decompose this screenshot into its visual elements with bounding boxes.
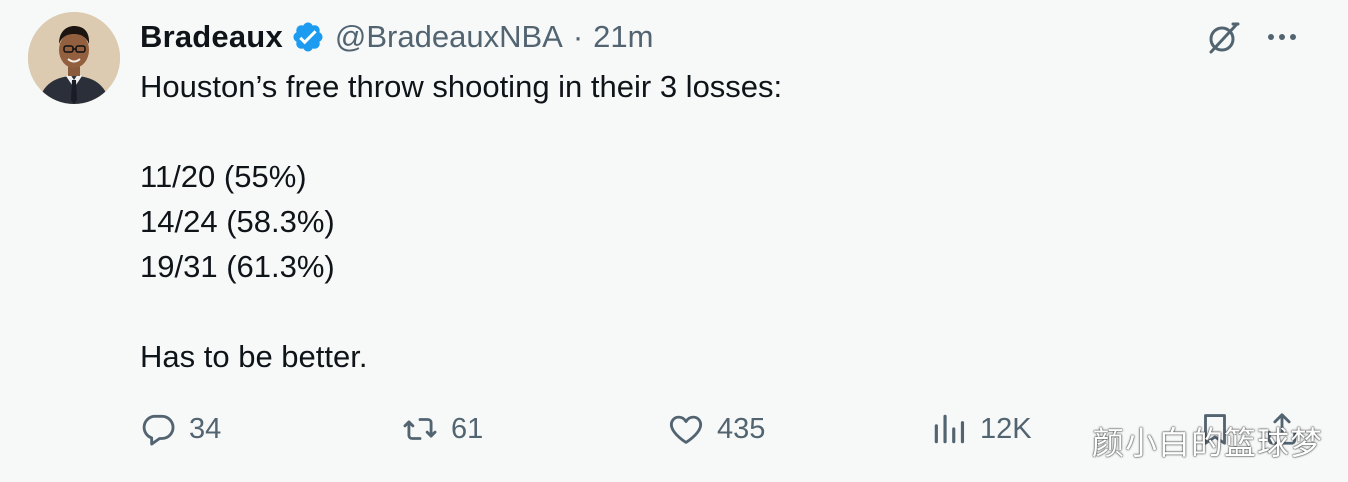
tweet-line: 19/31 (61.3%) [140,249,335,284]
display-name[interactable]: Bradeaux [140,19,283,55]
tweet-line: 14/24 (58.3%) [140,204,335,239]
tweet-header: Bradeaux @BradeauxNBA · 21m [140,17,653,57]
separator-dot: · [572,19,584,54]
views-button[interactable]: 12K [930,406,1032,452]
timestamp[interactable]: 21m [593,19,653,55]
more-icon[interactable] [1264,22,1300,52]
avatar-image [28,12,120,104]
reply-button[interactable]: 34 [139,406,221,452]
retweet-button[interactable]: 61 [401,406,483,452]
grok-icon[interactable] [1205,20,1241,56]
verified-badge-icon[interactable] [291,20,325,54]
heart-icon [667,410,705,448]
retweet-count: 61 [451,412,484,445]
tweet-line: Houston’s free throw shooting in their 3… [140,69,783,104]
views-count: 12K [980,412,1032,445]
like-count: 435 [717,412,766,445]
retweet-icon [401,410,439,448]
reply-icon [139,410,177,448]
tweet-text: Houston’s free throw shooting in their 3… [140,64,1240,379]
views-icon [930,410,968,448]
avatar[interactable] [28,12,120,104]
tweet-line: 11/20 (55%) [140,159,307,194]
reply-count: 34 [189,412,222,445]
tweet-card: Bradeaux @BradeauxNBA · 21m Houston’s fr… [0,0,1348,482]
watermark-text: 颜小白的篮球梦 [1092,424,1324,462]
tweet-line: Has to be better. [140,339,368,374]
user-handle[interactable]: @BradeauxNBA [335,19,563,55]
like-button[interactable]: 435 [667,406,765,452]
